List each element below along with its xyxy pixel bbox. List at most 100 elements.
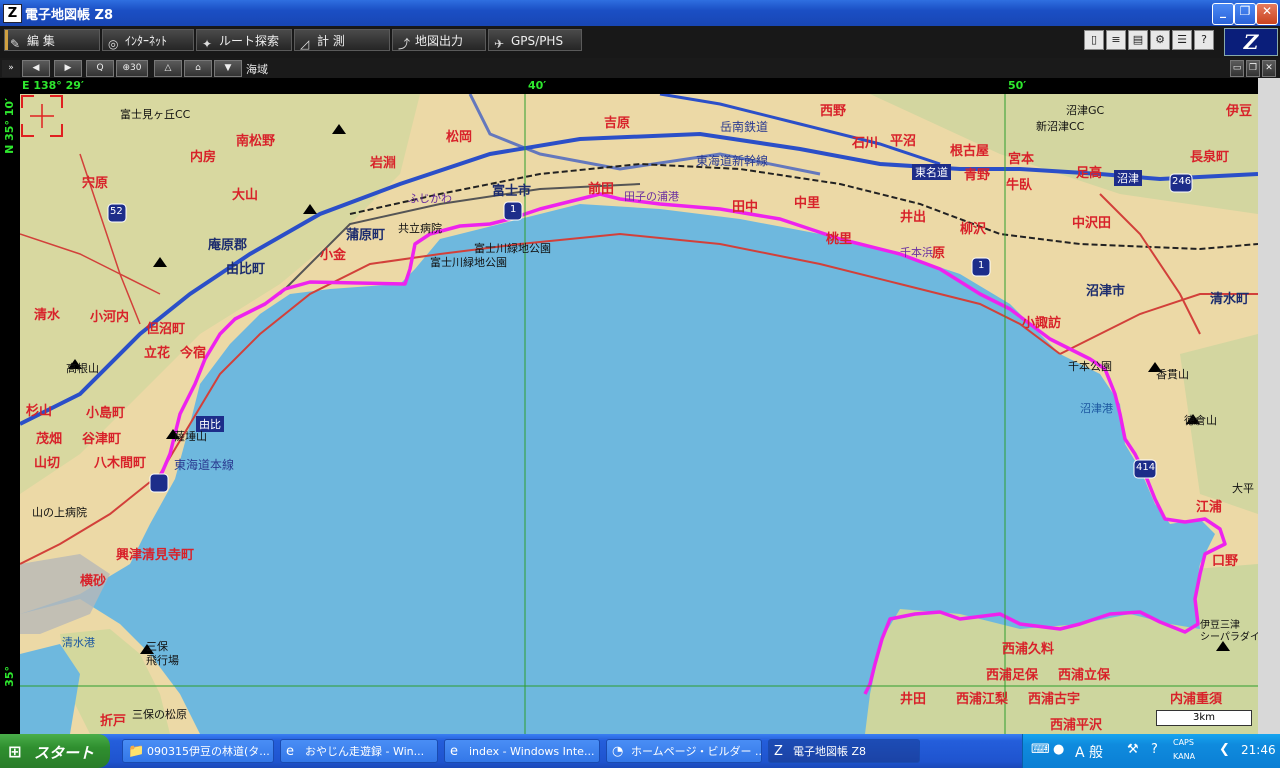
map-label: 田中: [732, 200, 759, 215]
start-button[interactable]: ⊞ スタート: [0, 734, 110, 768]
list-icon[interactable]: ☰: [1172, 30, 1192, 50]
internet-button[interactable]: ◎ ｲﾝﾀｰﾈｯﾄ: [102, 29, 194, 51]
taskbar-item[interactable]: e おやじん走遊録 - Win...: [280, 739, 438, 763]
route-shield-label: 1: [978, 260, 985, 271]
back-button[interactable]: ◀: [22, 60, 50, 77]
window-title: 電子地図帳 Z8: [25, 8, 113, 23]
window-split-icon[interactable]: ▤: [1128, 30, 1148, 50]
map-label: 茂畑: [36, 432, 63, 447]
gps-phs-button[interactable]: ✈ GPS/PHS: [488, 29, 582, 51]
map-label: 小島町: [86, 406, 126, 421]
taskbar-item-label: index - Windows Inte...: [469, 745, 595, 758]
main-toolbar: ✎ 編 集 ◎ ｲﾝﾀｰﾈｯﾄ ✦ ルート探索 ◿ 計 測 ⤴ 地図出力 ✈ G…: [0, 26, 1280, 58]
edit-label: 編 集: [27, 34, 55, 48]
homepage-builder-icon: ◔: [612, 744, 624, 759]
taskbar-item[interactable]: ◔ ホームページ・ビルダー ...: [606, 739, 762, 763]
map-label: 宮本: [1008, 152, 1035, 167]
map-label: 西浦足保: [986, 668, 1039, 683]
map-label: 西野: [820, 104, 847, 119]
taskbar-item[interactable]: 📁 090315伊豆の林道(タ...: [122, 739, 274, 763]
close-button[interactable]: ✕: [1256, 3, 1278, 25]
north-up-button[interactable]: △: [154, 60, 182, 77]
map-label: 清水港: [62, 636, 95, 649]
edit-button[interactable]: ✎ 編 集: [4, 29, 100, 51]
map-label: 石川: [852, 136, 879, 151]
taskbar-item-active[interactable]: Z 電子地図帳 Z8: [768, 739, 920, 763]
map-label: 沼津GC: [1066, 104, 1105, 117]
tool-icon[interactable]: ⚒: [1127, 742, 1139, 757]
map-label: 新沼津CC: [1036, 120, 1085, 133]
map-label: 千本公園: [1068, 360, 1112, 373]
map-label: 富士市: [492, 184, 532, 199]
route-icon: ✦: [202, 37, 213, 51]
caps-indicator: CAPS: [1173, 738, 1194, 747]
map-label: 西浦江梨: [956, 692, 1009, 707]
map-label: 東海道新幹線: [696, 154, 769, 168]
restore-button[interactable]: ❐: [1234, 3, 1256, 25]
globe-icon: ◎: [108, 37, 119, 51]
document-icon[interactable]: ▯: [1084, 30, 1104, 50]
map-label: 三保 飛行場: [146, 640, 179, 667]
map-label: 折戸: [100, 714, 127, 729]
map-label: 田子の浦港: [624, 190, 679, 203]
map-label: 横砂: [80, 574, 107, 589]
map-label: 大山: [232, 188, 259, 203]
ime-mode[interactable]: A 般: [1075, 742, 1103, 762]
map-label: 小諏訪: [1022, 316, 1062, 331]
map-label: 柳沢: [960, 222, 987, 237]
restore-pane-icon[interactable]: ❐: [1246, 60, 1260, 77]
taskbar-item-label: 電子地図帳 Z8: [793, 745, 867, 758]
home-icon[interactable]: ⌂: [184, 60, 212, 77]
map-label: 西浦久料: [1002, 642, 1055, 657]
keyboard-icon[interactable]: ⌨: [1031, 742, 1050, 757]
map-label: 庵原郡: [208, 238, 248, 253]
chevron-left-icon[interactable]: ❮: [1219, 742, 1230, 757]
route-search-button[interactable]: ✦ ルート探索: [196, 29, 292, 51]
map-label: 東名道: [912, 164, 951, 180]
map-label: 沼津港: [1080, 402, 1113, 415]
close-pane-icon[interactable]: ✕: [1262, 60, 1276, 77]
map-label: 香貫山: [1156, 368, 1189, 381]
lon-start: E 138° 29′: [22, 79, 84, 92]
dropdown-icon[interactable]: ▼: [214, 60, 242, 77]
map-output-button[interactable]: ⤴ 地図出力: [392, 29, 486, 51]
page-icon[interactable]: ≡: [1106, 30, 1126, 50]
map-label: 興津清見寺町: [116, 548, 195, 563]
zoom-icon[interactable]: Q: [86, 60, 114, 77]
settings-icon[interactable]: ⚙: [1150, 30, 1170, 50]
map-label: 口野: [1212, 554, 1239, 569]
help-icon[interactable]: ?: [1151, 742, 1158, 757]
minimize-pane-icon[interactable]: ▭: [1230, 60, 1244, 77]
expand-icon[interactable]: »: [2, 60, 20, 77]
map-label: 沼津市: [1086, 284, 1126, 299]
map-label: 富士見ヶ丘CC: [120, 108, 191, 121]
map-label: 青野: [964, 168, 991, 183]
app-icon[interactable]: Z: [3, 4, 22, 23]
ime-icon[interactable]: ●: [1053, 742, 1064, 757]
map-label: 足高: [1076, 166, 1103, 181]
map-label: 南松野: [236, 134, 276, 149]
map-label: 東海道本線: [174, 458, 235, 472]
measure-button[interactable]: ◿ 計 測: [294, 29, 390, 51]
lon-50: 50′: [1008, 79, 1027, 92]
scale-button[interactable]: ⊕30: [116, 60, 148, 77]
right-scrollbar[interactable]: [1258, 78, 1280, 734]
map-label: 谷津町: [82, 432, 122, 447]
map-label: 西浦古宇: [1028, 692, 1081, 707]
minimize-button[interactable]: _: [1212, 3, 1234, 25]
kana-indicator: KANA: [1173, 752, 1196, 761]
map-label: ふじかわ: [408, 192, 452, 205]
taskbar-item[interactable]: e index - Windows Inte...: [444, 739, 600, 763]
forward-button[interactable]: ▶: [54, 60, 82, 77]
measure-label: 計 測: [317, 34, 345, 48]
taskbar: ⊞ スタート 📁 090315伊豆の林道(タ... e おやじん走遊録 - Wi…: [0, 734, 1280, 768]
map-label: 由比町: [226, 262, 266, 277]
map-label: 三保の松原: [132, 708, 187, 721]
layer-label: 海域: [246, 63, 268, 76]
help-icon[interactable]: ?: [1194, 30, 1214, 50]
longitude-ruler: E 138° 29′ 40′ 50′: [0, 78, 1262, 94]
map-label: 前田: [588, 182, 615, 197]
map-label: 平沼: [890, 134, 917, 149]
map-view[interactable]: 富士見ヶ丘CC 西野 石川 平沼 沼津GC 新沼津CC 伊豆 南松野 内房 岩淵…: [20, 94, 1258, 734]
folder-icon: 📁: [128, 744, 145, 759]
